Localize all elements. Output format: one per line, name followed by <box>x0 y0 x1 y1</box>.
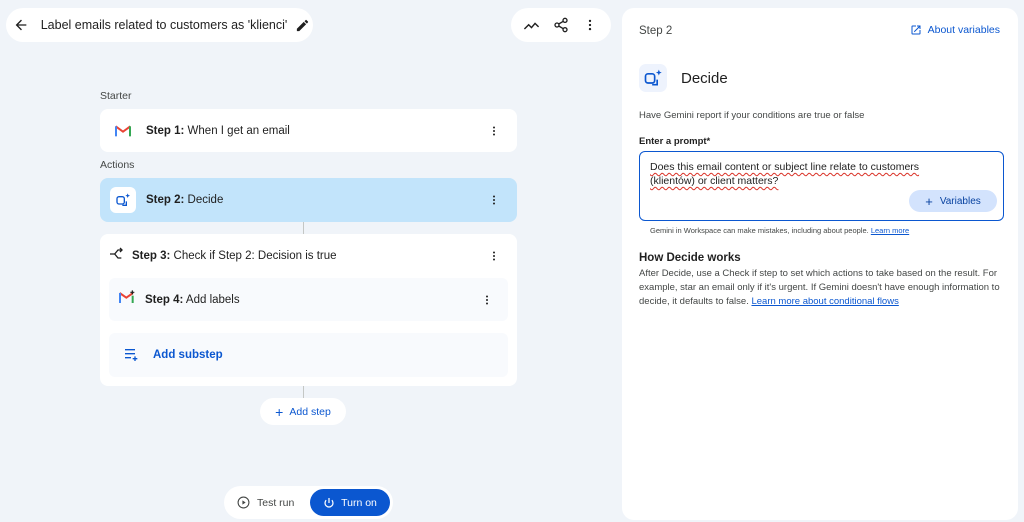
add-substep-label: Add substep <box>153 349 223 361</box>
starter-label: Starter <box>100 90 132 102</box>
prompt-text: Does this email content or subject line … <box>650 161 920 187</box>
flow-title: Label emails related to customers as 'kl… <box>40 18 288 32</box>
more-vert-icon <box>493 251 495 261</box>
step-number: Step 3: <box>132 250 171 262</box>
more-vert-icon <box>493 195 495 205</box>
how-decide-works-body: After Decide, use a Check if step to set… <box>639 267 1011 309</box>
connector-line <box>303 222 304 234</box>
gemini-decide-icon <box>110 187 136 213</box>
step-4-menu-button[interactable] <box>480 290 494 310</box>
prompt-label: Enter a prompt* <box>639 136 711 147</box>
turn-on-label: Turn on <box>341 496 377 509</box>
play-circle-icon <box>237 496 250 509</box>
plus-icon: + <box>925 193 933 209</box>
add-substep-icon <box>125 349 138 361</box>
panel-header: Decide <box>639 64 728 92</box>
disclaimer-learn-more-link[interactable]: Learn more <box>871 226 909 235</box>
prompt-input[interactable]: Does this email content or subject line … <box>639 151 1004 221</box>
run-controls: Test run Turn on <box>224 486 393 519</box>
turn-on-button[interactable]: Turn on <box>310 489 390 516</box>
arrow-back-icon <box>16 19 27 31</box>
add-substep-button[interactable]: Add substep <box>109 333 508 377</box>
flow-canvas: Label emails related to customers as 'kl… <box>0 0 620 522</box>
actions-label: Actions <box>100 159 135 171</box>
step-title: Decide <box>187 194 224 206</box>
step-1-card[interactable]: Step 1: When I get an email <box>100 109 517 152</box>
step-number: Step 1: <box>146 124 185 137</box>
branch-check-icon <box>108 246 124 267</box>
more-vert-icon <box>486 295 488 304</box>
share-button[interactable] <box>548 12 574 38</box>
trending-icon <box>524 21 540 30</box>
step-2-card[interactable]: Step 2: Decide <box>100 178 517 222</box>
add-step-button[interactable]: + Add step <box>260 398 346 425</box>
gemini-disclaimer: Gemini in Workspace can make mistakes, i… <box>650 226 909 235</box>
step-3-group: Step 3: Check if Step 2: Decision is tru… <box>100 234 517 386</box>
how-decide-works-title: How Decide works <box>639 252 741 264</box>
flow-tools <box>511 8 611 42</box>
power-icon <box>324 497 334 508</box>
step-number: Step 2: <box>146 194 185 206</box>
gemini-decide-icon <box>639 64 667 92</box>
panel-step-label: Step 2 <box>639 25 673 37</box>
open-in-new-icon <box>911 25 921 35</box>
about-variables-link[interactable]: About variables <box>910 24 1000 36</box>
test-run-button[interactable]: Test run <box>237 496 294 509</box>
connector-line <box>303 386 304 398</box>
conditional-flows-link[interactable]: Learn more about conditional flows <box>751 296 898 307</box>
test-run-label: Test run <box>257 496 295 509</box>
gmail-add-icon <box>119 290 135 309</box>
about-variables-label: About variables <box>927 24 1000 36</box>
variables-label: Variables <box>939 195 981 207</box>
step-title: Check if Step 2: Decision is true <box>173 250 337 262</box>
more-vert-icon <box>493 126 495 135</box>
step-2-menu-button[interactable] <box>487 190 501 210</box>
step-title: When I get an email <box>187 124 290 137</box>
step-3-card[interactable]: Step 3: Check if Step 2: Decision is tru… <box>100 234 517 278</box>
more-vert-icon <box>589 19 592 31</box>
edit-title-button[interactable] <box>291 12 313 38</box>
step-1-menu-button[interactable] <box>487 121 501 141</box>
share-icon <box>554 17 568 33</box>
panel-description: Have Gemini report if your conditions ar… <box>639 110 865 121</box>
variables-button[interactable]: + Variables <box>909 190 997 212</box>
step-3-menu-button[interactable] <box>487 246 501 266</box>
pencil-icon <box>296 19 308 31</box>
disclaimer-text: Gemini in Workspace can make mistakes, i… <box>650 226 869 235</box>
step-title: Add labels <box>185 293 240 306</box>
back-button[interactable] <box>8 9 35 41</box>
more-options-button[interactable] <box>577 12 603 38</box>
step-number: Step 4: <box>145 293 184 306</box>
gmail-icon <box>110 117 136 144</box>
panel-title: Decide <box>681 69 728 87</box>
add-step-label: Add step <box>289 405 331 418</box>
step-detail-panel: Step 2 About variables Decide Have Gemin… <box>622 8 1018 520</box>
step-4-card[interactable]: Step 4: Add labels <box>109 278 508 321</box>
activity-button[interactable] <box>519 12 545 38</box>
plus-icon: + <box>275 403 284 420</box>
flow-title-bar: Label emails related to customers as 'kl… <box>6 8 313 42</box>
